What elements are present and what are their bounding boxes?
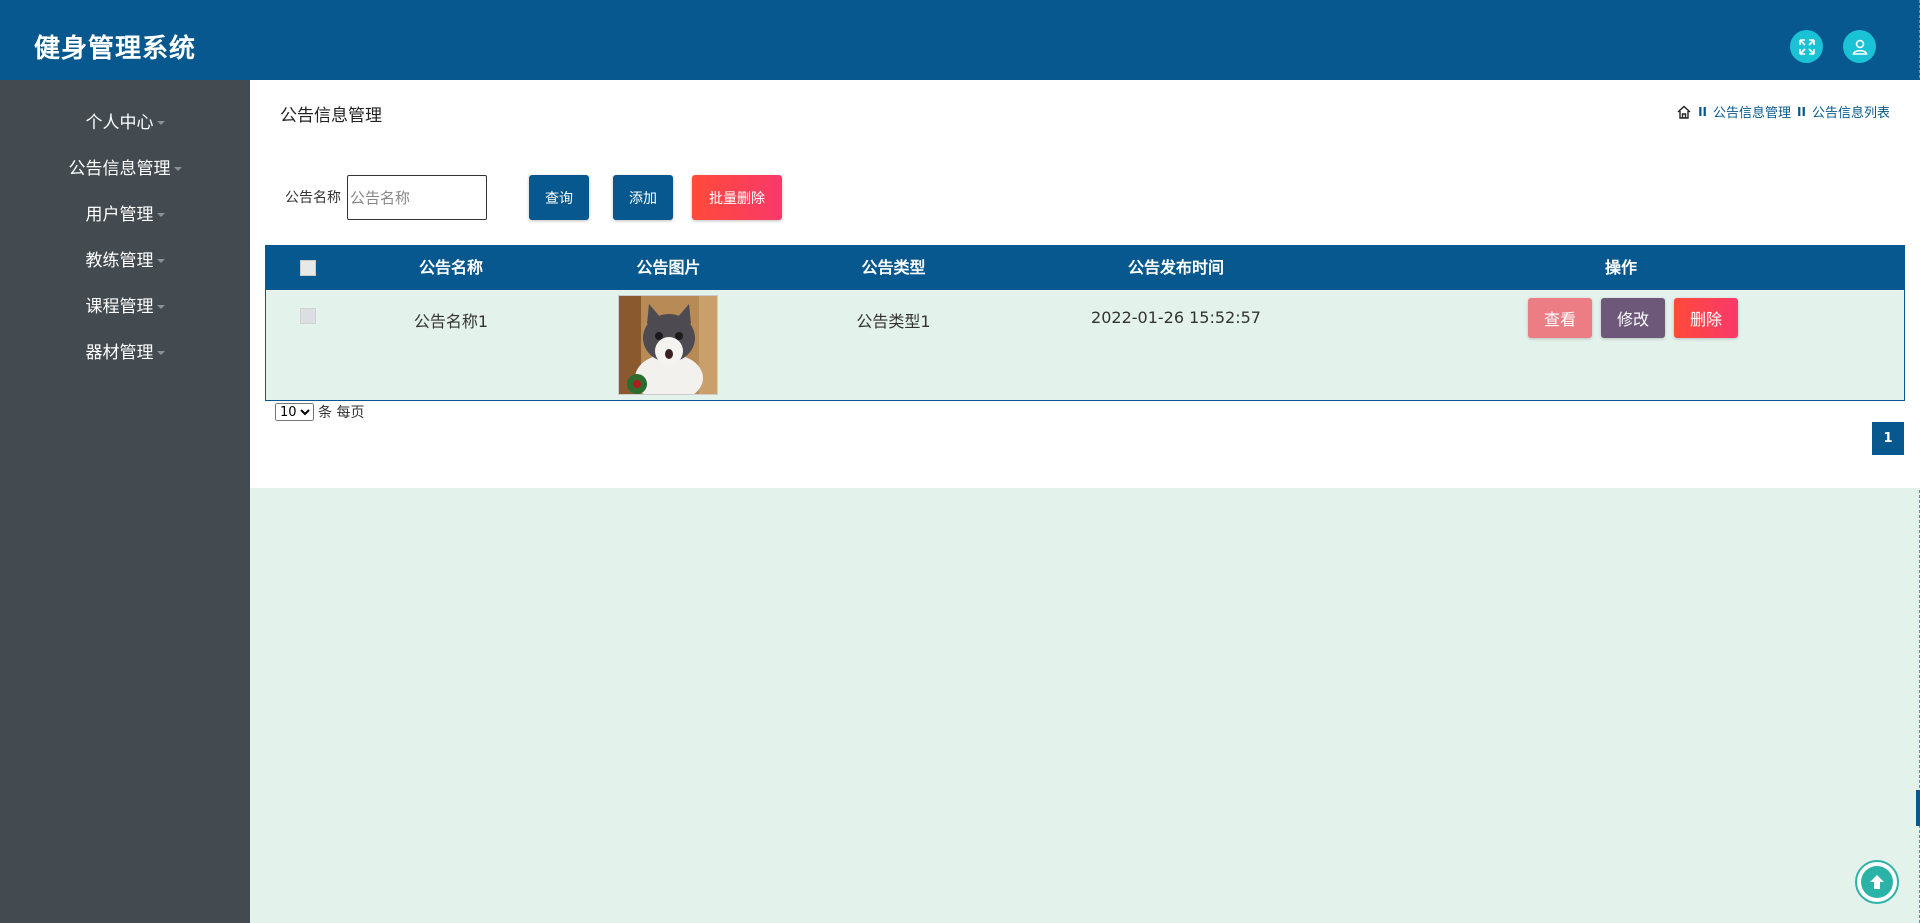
sidebar-item-equipment[interactable]: 器材管理 — [0, 338, 250, 368]
delete-button[interactable]: 删除 — [1674, 298, 1738, 338]
search-label: 公告名称 — [285, 190, 341, 206]
top-bar: 健身管理系统 — [0, 0, 1920, 80]
caret-down-icon — [156, 259, 165, 263]
fullscreen-icon[interactable] — [1790, 30, 1823, 63]
table-header: 公告名称 公告图片 公告类型 公告发布时间 操作 — [266, 246, 1904, 290]
breadcrumb-item-announcement-management[interactable]: 公告信息管理 — [1713, 102, 1791, 121]
query-button[interactable]: 查询 — [529, 175, 589, 220]
cell-publish-time: 2022-01-26 15:52:57 — [1091, 308, 1261, 327]
page-size-select[interactable]: 10 — [275, 403, 314, 421]
announcement-image — [618, 295, 718, 395]
row-checkbox[interactable] — [300, 308, 316, 324]
table-row: 公告名称1 公告类型1 2022-01-26 15:52:57 查看 修改 删除 — [266, 290, 1904, 400]
sidebar-item-label: 用户管理 — [85, 205, 154, 225]
sidebar-item-label: 公告信息管理 — [68, 159, 171, 179]
page-title: 公告信息管理 — [280, 106, 382, 126]
column-header-image: 公告图片 — [636, 258, 701, 277]
edit-button[interactable]: 修改 — [1601, 298, 1665, 338]
cell-type: 公告类型1 — [856, 312, 931, 331]
sidebar-item-announcement[interactable]: 公告信息管理 — [0, 154, 250, 184]
cell-name: 公告名称1 — [413, 312, 489, 331]
caret-down-icon — [173, 167, 182, 171]
sidebar-item-coaches[interactable]: 教练管理 — [0, 246, 250, 276]
column-header-actions: 操作 — [1604, 258, 1637, 277]
column-header-publish-time: 公告发布时间 — [1127, 258, 1224, 277]
page-number-button[interactable]: 1 — [1872, 422, 1904, 455]
caret-down-icon — [156, 121, 165, 125]
caret-down-icon — [156, 213, 165, 217]
breadcrumb-separator: II — [1797, 104, 1806, 119]
add-button[interactable]: 添加 — [613, 175, 673, 220]
caret-down-icon — [156, 351, 165, 355]
app-title: 健身管理系统 — [34, 34, 197, 64]
breadcrumb-item-announcement-list: 公告信息列表 — [1811, 106, 1890, 121]
sidebar-item-label: 课程管理 — [85, 297, 154, 317]
sidebar-item-personal-center[interactable]: 个人中心 — [0, 108, 250, 138]
page-size-suffix: 条 每页 — [318, 405, 365, 421]
column-header-name: 公告名称 — [418, 258, 483, 277]
back-to-top-button[interactable] — [1855, 860, 1899, 904]
main-content: 公告信息管理 II 公告信息管理 II 公告信息列表 公告名称 查询 添加 批量… — [250, 80, 1920, 488]
column-header-type: 公告类型 — [861, 258, 926, 277]
breadcrumb-separator: II — [1698, 104, 1708, 119]
sidebar: 个人中心 公告信息管理 用户管理 教练管理 课程管理 器材管理 — [0, 80, 250, 923]
bulk-delete-button[interactable]: 批量删除 — [692, 175, 782, 220]
caret-down-icon — [156, 305, 165, 309]
sidebar-item-users[interactable]: 用户管理 — [0, 200, 250, 230]
cat-photo-icon — [619, 296, 717, 394]
side-tab — [1916, 790, 1920, 826]
search-input[interactable] — [347, 175, 487, 220]
sidebar-item-label: 教练管理 — [85, 251, 154, 271]
home-icon[interactable] — [1676, 104, 1692, 120]
view-button[interactable]: 查看 — [1528, 298, 1592, 338]
user-icon[interactable] — [1843, 30, 1876, 63]
sidebar-item-courses[interactable]: 课程管理 — [0, 292, 250, 322]
breadcrumb: II 公告信息管理 II 公告信息列表 — [1676, 102, 1890, 121]
sidebar-item-label: 个人中心 — [85, 113, 154, 133]
sidebar-item-label: 器材管理 — [85, 343, 154, 363]
page-size-control: 10 条 每页 — [275, 402, 364, 422]
select-all-checkbox[interactable] — [300, 260, 316, 276]
arrow-up-icon — [1861, 866, 1893, 898]
announcement-table: 公告名称 公告图片 公告类型 公告发布时间 操作 公告名称1 公告类型1 202… — [265, 245, 1905, 401]
